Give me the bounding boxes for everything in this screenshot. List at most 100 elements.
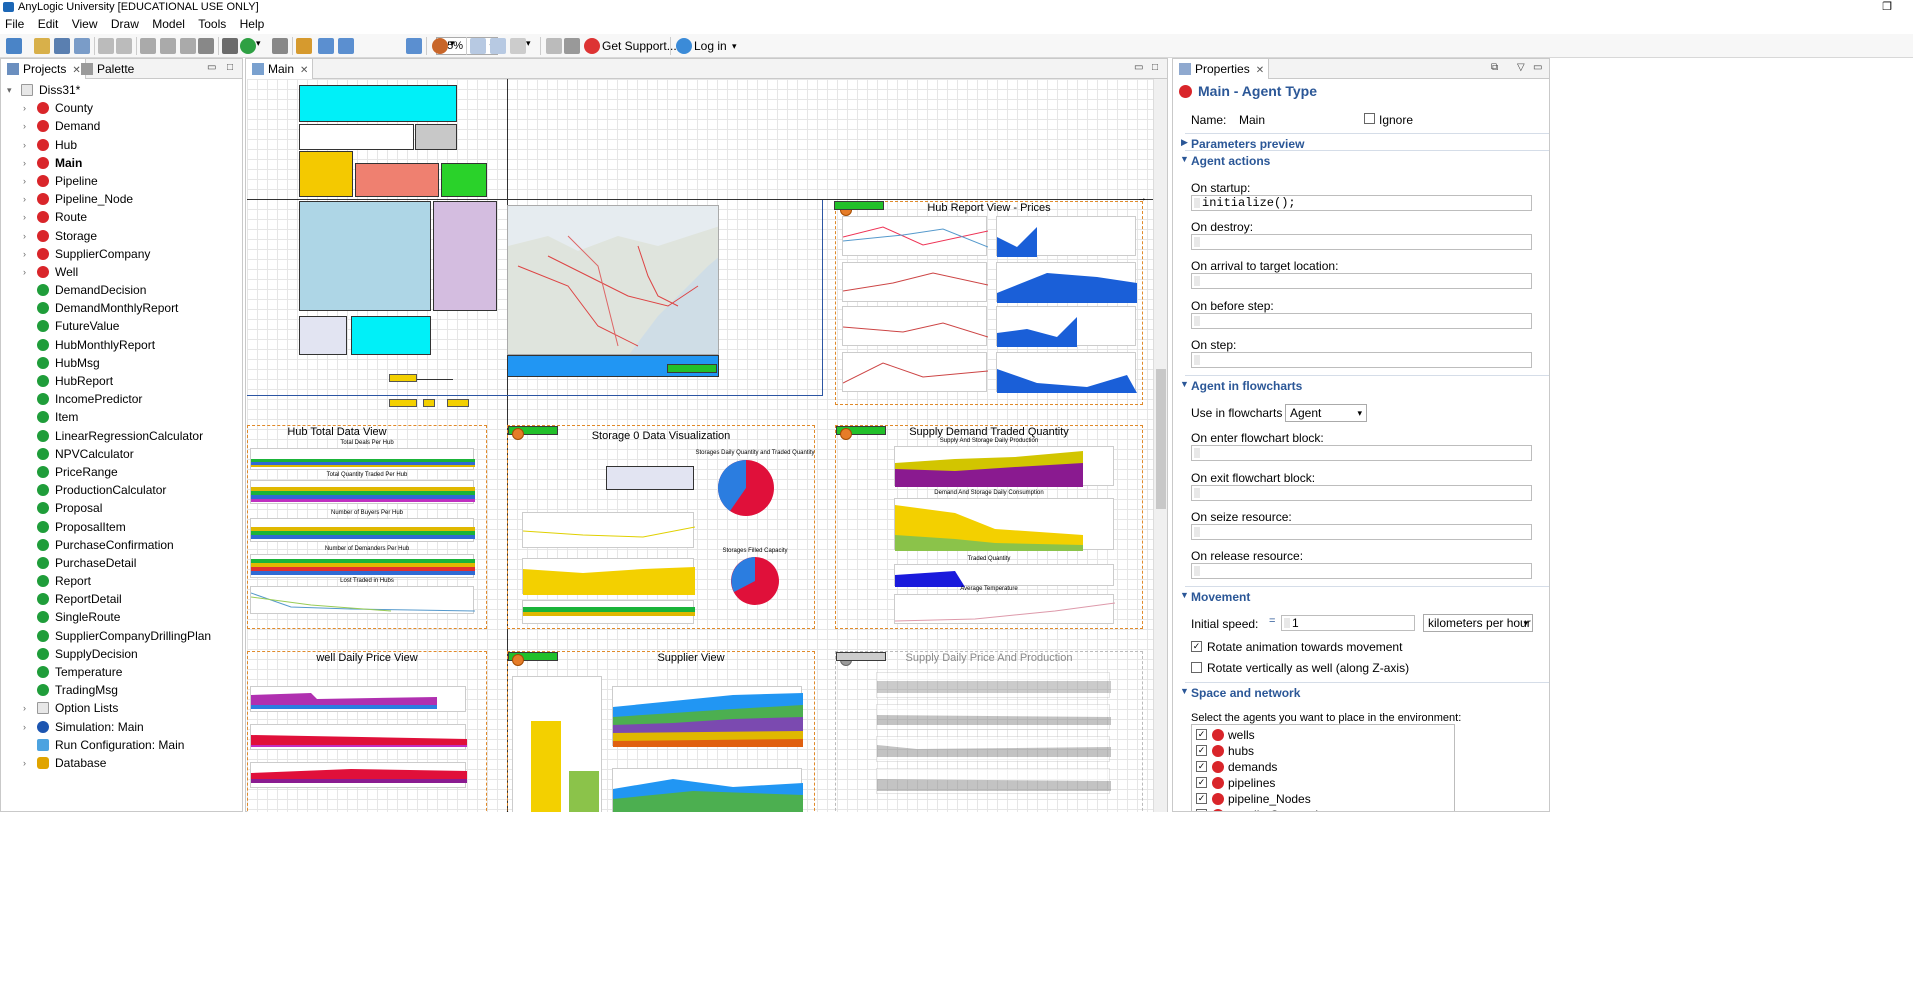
rotate-checkbox[interactable]: ✓ — [1191, 641, 1202, 652]
expand-icon[interactable]: › — [23, 117, 33, 135]
list-item[interactable]: ✓ hubs — [1196, 743, 1254, 759]
save-icon[interactable] — [54, 38, 70, 54]
tree-item-county[interactable]: › County — [1, 99, 242, 117]
on-exit-field[interactable] — [1191, 485, 1532, 501]
flow-node[interactable] — [423, 399, 435, 407]
on-startup-field[interactable]: initialize(); — [1191, 195, 1532, 211]
list-item[interactable]: ✓ pipelines — [1196, 775, 1275, 791]
parameters-preview-section[interactable]: Parameters preview — [1184, 133, 1549, 151]
tree-item-pipeline[interactable]: › Pipeline — [1, 172, 242, 190]
expand-icon[interactable]: › — [23, 99, 33, 117]
collections-block[interactable] — [355, 163, 439, 197]
expand-icon[interactable]: › — [23, 754, 33, 772]
agent-in-flowcharts-section[interactable]: Agent in flowcharts — [1184, 375, 1549, 393]
view-button[interactable] — [834, 201, 884, 210]
agent-checkbox[interactable]: ✓ — [1196, 729, 1207, 740]
functions-block[interactable] — [415, 124, 457, 150]
zoom-out-icon[interactable] — [338, 38, 354, 54]
agent-checkbox[interactable]: ✓ — [1196, 793, 1207, 804]
tree-item-report[interactable]: Report — [1, 572, 242, 590]
tree-item-suppliercompany[interactable]: › SupplierCompany — [1, 245, 242, 263]
redo-icon[interactable] — [116, 38, 132, 54]
restore-icon[interactable]: ❐ — [1865, 0, 1909, 14]
tree-item-hubreport[interactable]: HubReport — [1, 372, 242, 390]
tree-item-pipeline-node[interactable]: › Pipeline_Node — [1, 190, 242, 208]
expand-icon[interactable]: ▶ — [1181, 137, 1188, 148]
view-menu-icon[interactable]: ▽ — [1517, 62, 1525, 73]
log-in-button[interactable]: Log in — [694, 38, 727, 54]
collapse-icon[interactable]: ▼ — [1180, 379, 1189, 389]
menu-tools[interactable]: Tools — [193, 15, 231, 33]
on-enter-field[interactable] — [1191, 445, 1532, 461]
scrollbar-thumb[interactable] — [1156, 369, 1166, 509]
on-before-step-field[interactable] — [1191, 313, 1532, 329]
get-support-button[interactable]: Get Support... — [602, 38, 677, 54]
tree-item-pricerange[interactable]: PriceRange — [1, 463, 242, 481]
equals-icon[interactable]: = — [1269, 615, 1275, 627]
on-step-field[interactable] — [1191, 352, 1532, 368]
new-project-icon[interactable] — [6, 38, 22, 54]
expand-icon[interactable]: › — [23, 699, 33, 717]
tree-item-main[interactable]: › Main — [1, 154, 242, 172]
agents-list[interactable]: ✓ wells ✓ hubs ✓ demands ✓ pipelines ✓ pipeli… — [1191, 724, 1455, 811]
tree-item-tradingmsg[interactable]: TradingMsg — [1, 681, 242, 699]
tree-item-option-lists[interactable]: › Option Lists — [1, 699, 242, 717]
close-icon[interactable]: ✕ — [300, 65, 308, 76]
tab-properties[interactable]: Properties ✕ — [1173, 59, 1270, 79]
tree-item-diss31[interactable]: ▾ Diss31* — [1, 81, 242, 99]
flow-node[interactable] — [447, 399, 469, 407]
events-block[interactable] — [299, 151, 353, 197]
tree-item-storage[interactable]: › Storage — [1, 227, 242, 245]
menu-file[interactable]: File — [0, 15, 29, 33]
copy-icon[interactable] — [160, 38, 176, 54]
name-value[interactable]: Main — [1239, 113, 1265, 127]
tree-item-singleroute[interactable]: SingleRoute — [1, 608, 242, 626]
expand-icon[interactable]: › — [23, 208, 33, 226]
ignore-checkbox[interactable] — [1364, 113, 1375, 124]
snap-icon[interactable] — [490, 38, 506, 54]
expand-icon[interactable]: › — [23, 245, 33, 263]
menu-model[interactable]: Model — [147, 15, 190, 33]
layers-dropdown-icon[interactable]: ▾ — [526, 38, 534, 54]
tree-item-hub[interactable]: › Hub — [1, 136, 242, 154]
expand-icon[interactable]: › — [23, 172, 33, 190]
save-all-icon[interactable] — [74, 38, 90, 54]
expand-icon[interactable]: › — [23, 154, 33, 172]
list-item[interactable]: ✓ demands — [1196, 759, 1277, 775]
maximize-icon[interactable]: □ — [227, 62, 233, 73]
graphical-editor-canvas[interactable]: Hub Report View - Prices Hub Total Data … — [247, 79, 1153, 812]
on-destroy-field[interactable] — [1191, 234, 1532, 250]
export-icon[interactable] — [564, 38, 580, 54]
tree-item-run-configuration-main[interactable]: Run Configuration: Main — [1, 736, 242, 754]
undo-icon[interactable] — [98, 38, 114, 54]
list-item[interactable]: ✓ pipeline_Nodes — [1196, 791, 1311, 807]
agent-actions-section[interactable]: Agent actions — [1184, 150, 1549, 168]
on-release-field[interactable] — [1191, 563, 1532, 579]
expand-icon[interactable]: › — [23, 190, 33, 208]
collapse-icon[interactable]: ▼ — [1180, 686, 1189, 696]
view-navigation-icon[interactable] — [512, 654, 524, 666]
collapse-icon[interactable]: ▼ — [1180, 154, 1189, 164]
close-icon[interactable]: ✕ — [1256, 65, 1264, 76]
layers-icon[interactable] — [510, 38, 526, 54]
flow-node[interactable] — [389, 399, 417, 407]
tree-item-linearregressioncalculator[interactable]: LinearRegressionCalculator — [1, 427, 242, 445]
use-in-flowcharts-select[interactable]: Agent ▾ — [1285, 404, 1367, 422]
movement-section[interactable]: Movement — [1184, 586, 1549, 604]
output-block[interactable] — [351, 316, 431, 355]
visual-block[interactable] — [299, 316, 347, 355]
agents-block[interactable] — [299, 201, 431, 311]
run-icon[interactable] — [240, 38, 256, 54]
rotate-vertical-checkbox[interactable] — [1191, 662, 1202, 673]
tree-item-proposalitem[interactable]: ProposalItem — [1, 518, 242, 536]
menu-draw[interactable]: Draw — [106, 15, 144, 33]
maximize-icon[interactable]: □ — [1152, 62, 1158, 73]
expand-icon[interactable]: › — [23, 263, 33, 281]
tree-item-incomepredictor[interactable]: IncomePredictor — [1, 390, 242, 408]
bug-icon[interactable] — [432, 38, 448, 54]
stop-icon[interactable] — [272, 38, 288, 54]
build-icon[interactable] — [222, 38, 238, 54]
open-icon[interactable] — [34, 38, 50, 54]
agent-checkbox[interactable]: ✓ — [1196, 809, 1207, 811]
database-block[interactable] — [433, 201, 497, 311]
